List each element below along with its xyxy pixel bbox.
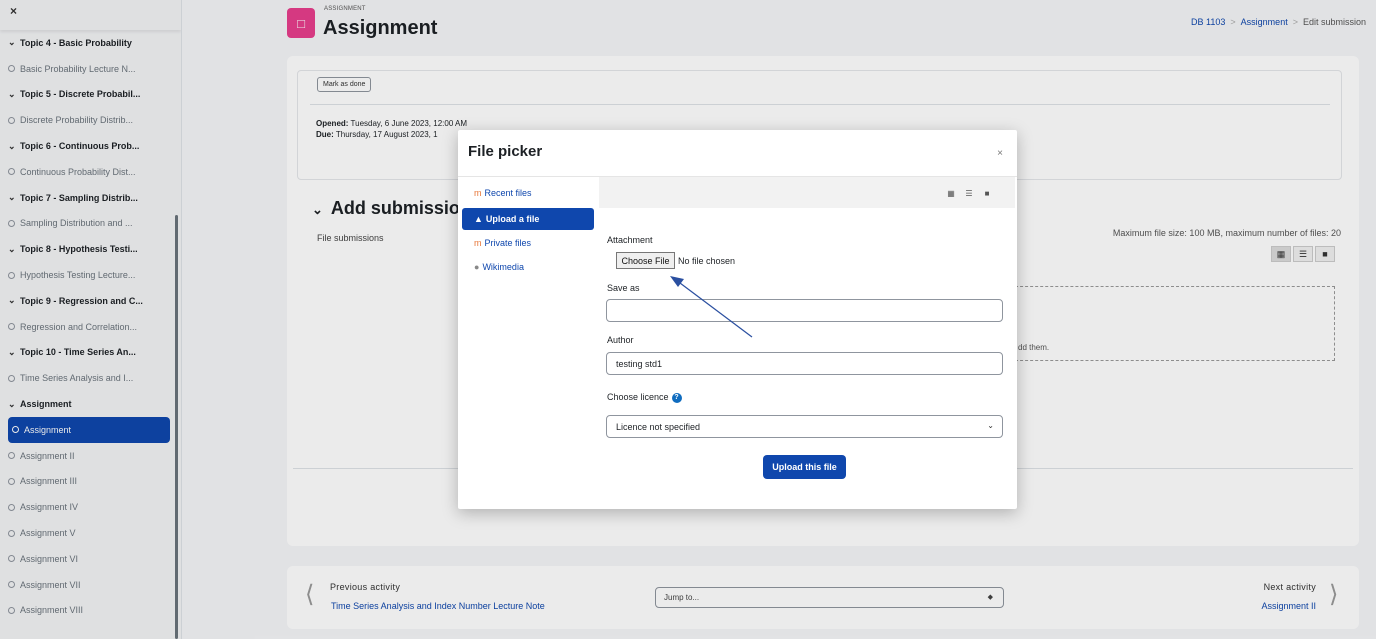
licence-select[interactable]: Licence not specified ⌄ <box>606 415 1003 438</box>
attachment-label: Attachment <box>607 235 653 245</box>
save-as-input[interactable] <box>606 299 1003 322</box>
repo-recent-files[interactable]: m Recent files <box>462 182 594 204</box>
repo-label: Upload a file <box>485 214 540 224</box>
upload-this-file-button[interactable]: Upload this file <box>763 455 846 479</box>
repo-label: Recent files <box>484 188 532 198</box>
list-view-icon[interactable]: ☰ <box>962 186 976 200</box>
save-as-label: Save as <box>607 283 640 293</box>
moodle-icon: m <box>474 238 482 248</box>
author-input[interactable]: testing std1 <box>606 352 1003 375</box>
author-label: Author <box>607 335 634 345</box>
choose-file-button[interactable]: Choose File <box>616 252 675 269</box>
fp-view-toggle: ▦ ☰ ■ <box>944 186 994 200</box>
choose-licence-label: Choose licence? <box>607 392 682 403</box>
wikimedia-icon: ● <box>474 262 480 272</box>
help-icon[interactable]: ? <box>671 392 682 403</box>
repo-private-files[interactable]: m Private files <box>462 232 594 254</box>
chevron-down-icon: ⌄ <box>987 421 994 430</box>
repo-wikimedia[interactable]: ● Wikimedia <box>462 256 594 278</box>
dialog-title: File picker <box>468 143 543 160</box>
licence-label-text: Choose licence <box>607 392 669 402</box>
repo-upload-a-file[interactable]: ▲ Upload a file <box>462 208 594 230</box>
no-file-chosen-text: No file chosen <box>678 256 736 266</box>
file-picker-content <box>599 177 1015 495</box>
folder-view-icon[interactable]: ■ <box>980 186 994 200</box>
licence-value: Licence not specified <box>616 422 701 432</box>
repo-label: Wikimedia <box>482 262 524 272</box>
moodle-icon: m <box>474 188 482 198</box>
repo-label: Private files <box>484 238 532 248</box>
upload-icon: ▲ <box>474 214 483 224</box>
grid-view-icon[interactable]: ▦ <box>944 186 958 200</box>
close-icon[interactable]: × <box>997 148 1003 159</box>
